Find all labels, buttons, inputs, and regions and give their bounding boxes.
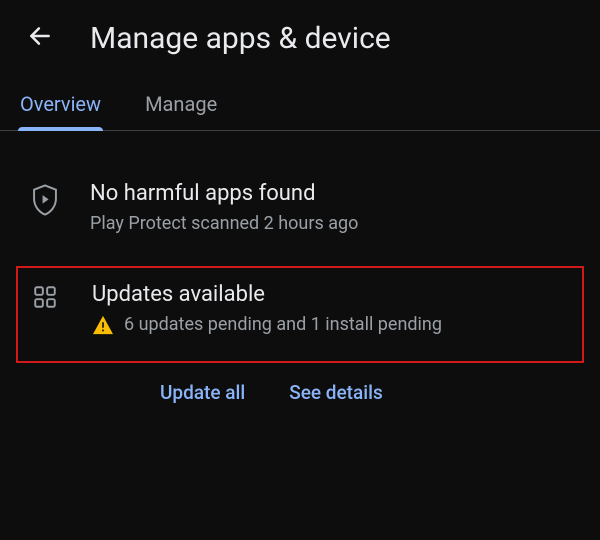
tab-overview[interactable]: Overview <box>20 92 101 130</box>
updates-title: Updates available <box>92 282 568 307</box>
protect-title: No harmful apps found <box>90 181 570 206</box>
arrow-left-icon <box>27 23 53 53</box>
update-all-button[interactable]: Update all <box>160 381 245 404</box>
apps-grid-icon <box>32 284 76 310</box>
see-details-button[interactable]: See details <box>289 381 383 404</box>
protect-subtitle: Play Protect scanned 2 hours ago <box>90 212 570 236</box>
play-protect-section[interactable]: No harmful apps found Play Protect scann… <box>20 169 580 248</box>
updates-subtitle: 6 updates pending and 1 install pending <box>124 313 568 337</box>
shield-play-icon <box>30 183 74 217</box>
tabs: Overview Manage <box>0 68 600 131</box>
update-actions: Update all See details <box>20 381 580 404</box>
warning-icon <box>92 315 114 342</box>
page-title: Manage apps & device <box>90 21 391 56</box>
updates-section[interactable]: Updates available 6 updates pending and … <box>16 266 584 362</box>
app-header: Manage apps & device <box>0 0 600 68</box>
content: No harmful apps found Play Protect scann… <box>0 131 600 404</box>
tab-manage[interactable]: Manage <box>145 92 217 130</box>
back-button[interactable] <box>20 18 60 58</box>
